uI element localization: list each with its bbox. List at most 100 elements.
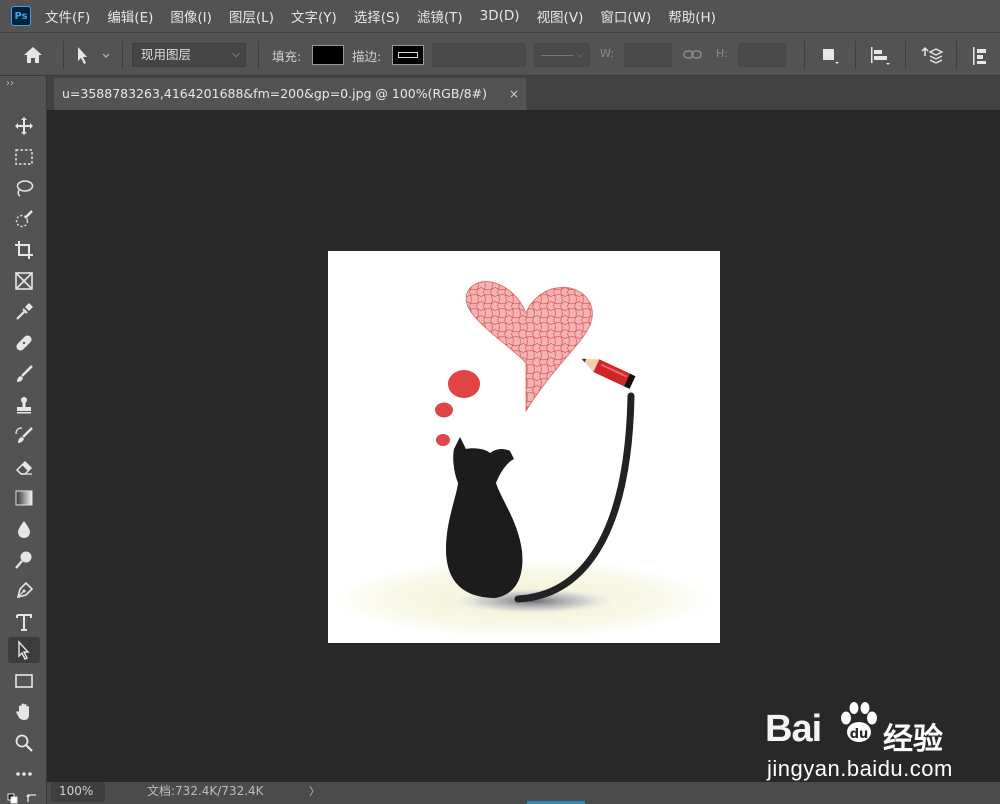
dodge-tool[interactable] [8,547,40,573]
separator [258,41,259,69]
rectangular-marquee-icon [15,149,33,165]
distribute-icon [973,47,986,65]
document-tab-bar: u=3588783263,4164201688&fm=200&gp=0.jpg … [47,76,1000,110]
hand-icon [16,703,29,720]
menu-view[interactable]: 视图(V) [537,6,584,26]
menu-window[interactable]: 窗口(W) [600,6,651,26]
stroke-color-swatch[interactable] [392,45,424,65]
document-tab[interactable]: u=3588783263,4164201688&fm=200&gp=0.jpg … [54,78,526,110]
rectangle-shape-icon [15,674,33,688]
menu-select[interactable]: 选择(S) [354,6,400,26]
stroke-label: 描边: [352,49,382,64]
status-menu-arrow-icon[interactable]: 〉 [309,782,320,801]
menu-edit[interactable]: 编辑(E) [107,6,153,26]
home-icon [24,47,42,63]
align-icon [871,47,890,65]
baidu-paw-icon: du [841,702,877,742]
separator [122,41,123,69]
stamp-icon [17,397,31,414]
pen-tool[interactable] [8,578,40,604]
home-button[interactable] [18,43,48,67]
brush-tool[interactable] [8,361,40,387]
menu-image[interactable]: 图像(I) [170,6,212,26]
gradient-icon [15,490,33,506]
watermark-url: jingyan.baidu.com [767,756,953,781]
default-colors-icon [7,793,36,804]
fill-color-swatch[interactable] [312,45,344,65]
lasso-icon [16,180,34,197]
chevron-down-icon: ⌵ [232,49,240,60]
path-selection-arrow-icon [78,47,110,64]
path-alignment-button[interactable] [868,45,892,67]
move-tool[interactable] [8,113,40,139]
type-icon [16,614,32,631]
history-brush-icon [15,427,33,443]
tool-preset-picker[interactable] [74,45,116,65]
quick-selection-tool[interactable] [8,206,40,232]
gradient-tool[interactable] [8,485,40,511]
menu-layer[interactable]: 图层(L) [229,6,274,26]
healing-brush-tool[interactable] [8,330,40,356]
document-size-info: 文档:732.4K/732.4K [147,784,264,798]
menu-filter[interactable]: 滤镜(T) [417,6,463,26]
link-dimensions-button[interactable] [683,47,703,63]
magnifier-icon [15,734,33,752]
document-canvas[interactable] [328,251,720,643]
arrange-layers-icon [921,46,944,64]
zoom-tool[interactable] [8,730,40,756]
width-field[interactable] [624,43,672,67]
frame-tool[interactable] [8,268,40,294]
height-label: H: [716,47,728,60]
eraser-icon [15,460,33,475]
baidu-jingyan-watermark: Bai du 经验 jingyan.baidu.com [765,696,955,782]
lasso-tool[interactable] [8,175,40,201]
fill-label: 填充: [272,49,302,64]
collapse-panel-icon[interactable]: ›› [6,78,14,89]
stroke-width-field[interactable] [432,43,526,67]
separator [804,41,805,69]
stroke-line-icon [541,54,573,56]
direct-selection-arrow-icon [18,640,30,660]
rectangle-tool[interactable] [8,668,40,694]
path-operations-button[interactable] [820,45,842,67]
blur-tool[interactable] [8,516,40,542]
eraser-tool[interactable] [8,454,40,480]
menu-file[interactable]: 文件(F) [45,6,90,26]
separator [956,41,957,69]
canvas-workspace[interactable] [47,110,1000,782]
frame-icon [15,272,33,290]
type-tool[interactable] [8,609,40,635]
chevron-down-icon: ⌵ [577,50,584,60]
eyedropper-icon [16,303,33,320]
svg-text:du: du [850,727,869,742]
menu-type[interactable]: 文字(Y) [291,6,337,26]
zoom-level-field[interactable]: 100% [51,782,105,802]
close-icon[interactable]: × [509,78,519,110]
clone-stamp-tool[interactable] [8,392,40,418]
eyedropper-tool[interactable] [8,299,40,325]
crop-tool[interactable] [8,237,40,263]
photoshop-logo-icon[interactable]: Ps [11,6,31,26]
layer-mode-value: 现用图层 [141,47,192,62]
menu-help[interactable]: 帮助(H) [668,6,716,26]
more-tools[interactable] [8,761,40,787]
history-brush-tool[interactable] [8,423,40,449]
move-icon [15,117,33,135]
link-icon [683,50,702,59]
layer-mode-dropdown[interactable]: 现用图层 ⌵ [132,43,246,67]
cat-heart-illustration [334,281,714,639]
path-selection-tool[interactable] [8,637,40,663]
document-tab-title: u=3588783263,4164201688&fm=200&gp=0.jpg … [62,86,487,101]
stroke-type-dropdown[interactable]: ⌵ [534,43,590,67]
align-edges-button[interactable] [970,45,992,67]
bandage-icon [16,335,32,351]
marquee-tool[interactable] [8,144,40,170]
height-field[interactable] [738,43,786,67]
menu-3d[interactable]: 3D(D) [480,8,520,24]
hand-tool[interactable] [8,699,40,725]
path-arrangement-button[interactable] [918,44,944,68]
color-swap-controls[interactable] [6,789,42,804]
separator [63,41,64,69]
width-label: W: [600,47,614,60]
watermark-jingyan-text: 经验 [883,722,943,757]
